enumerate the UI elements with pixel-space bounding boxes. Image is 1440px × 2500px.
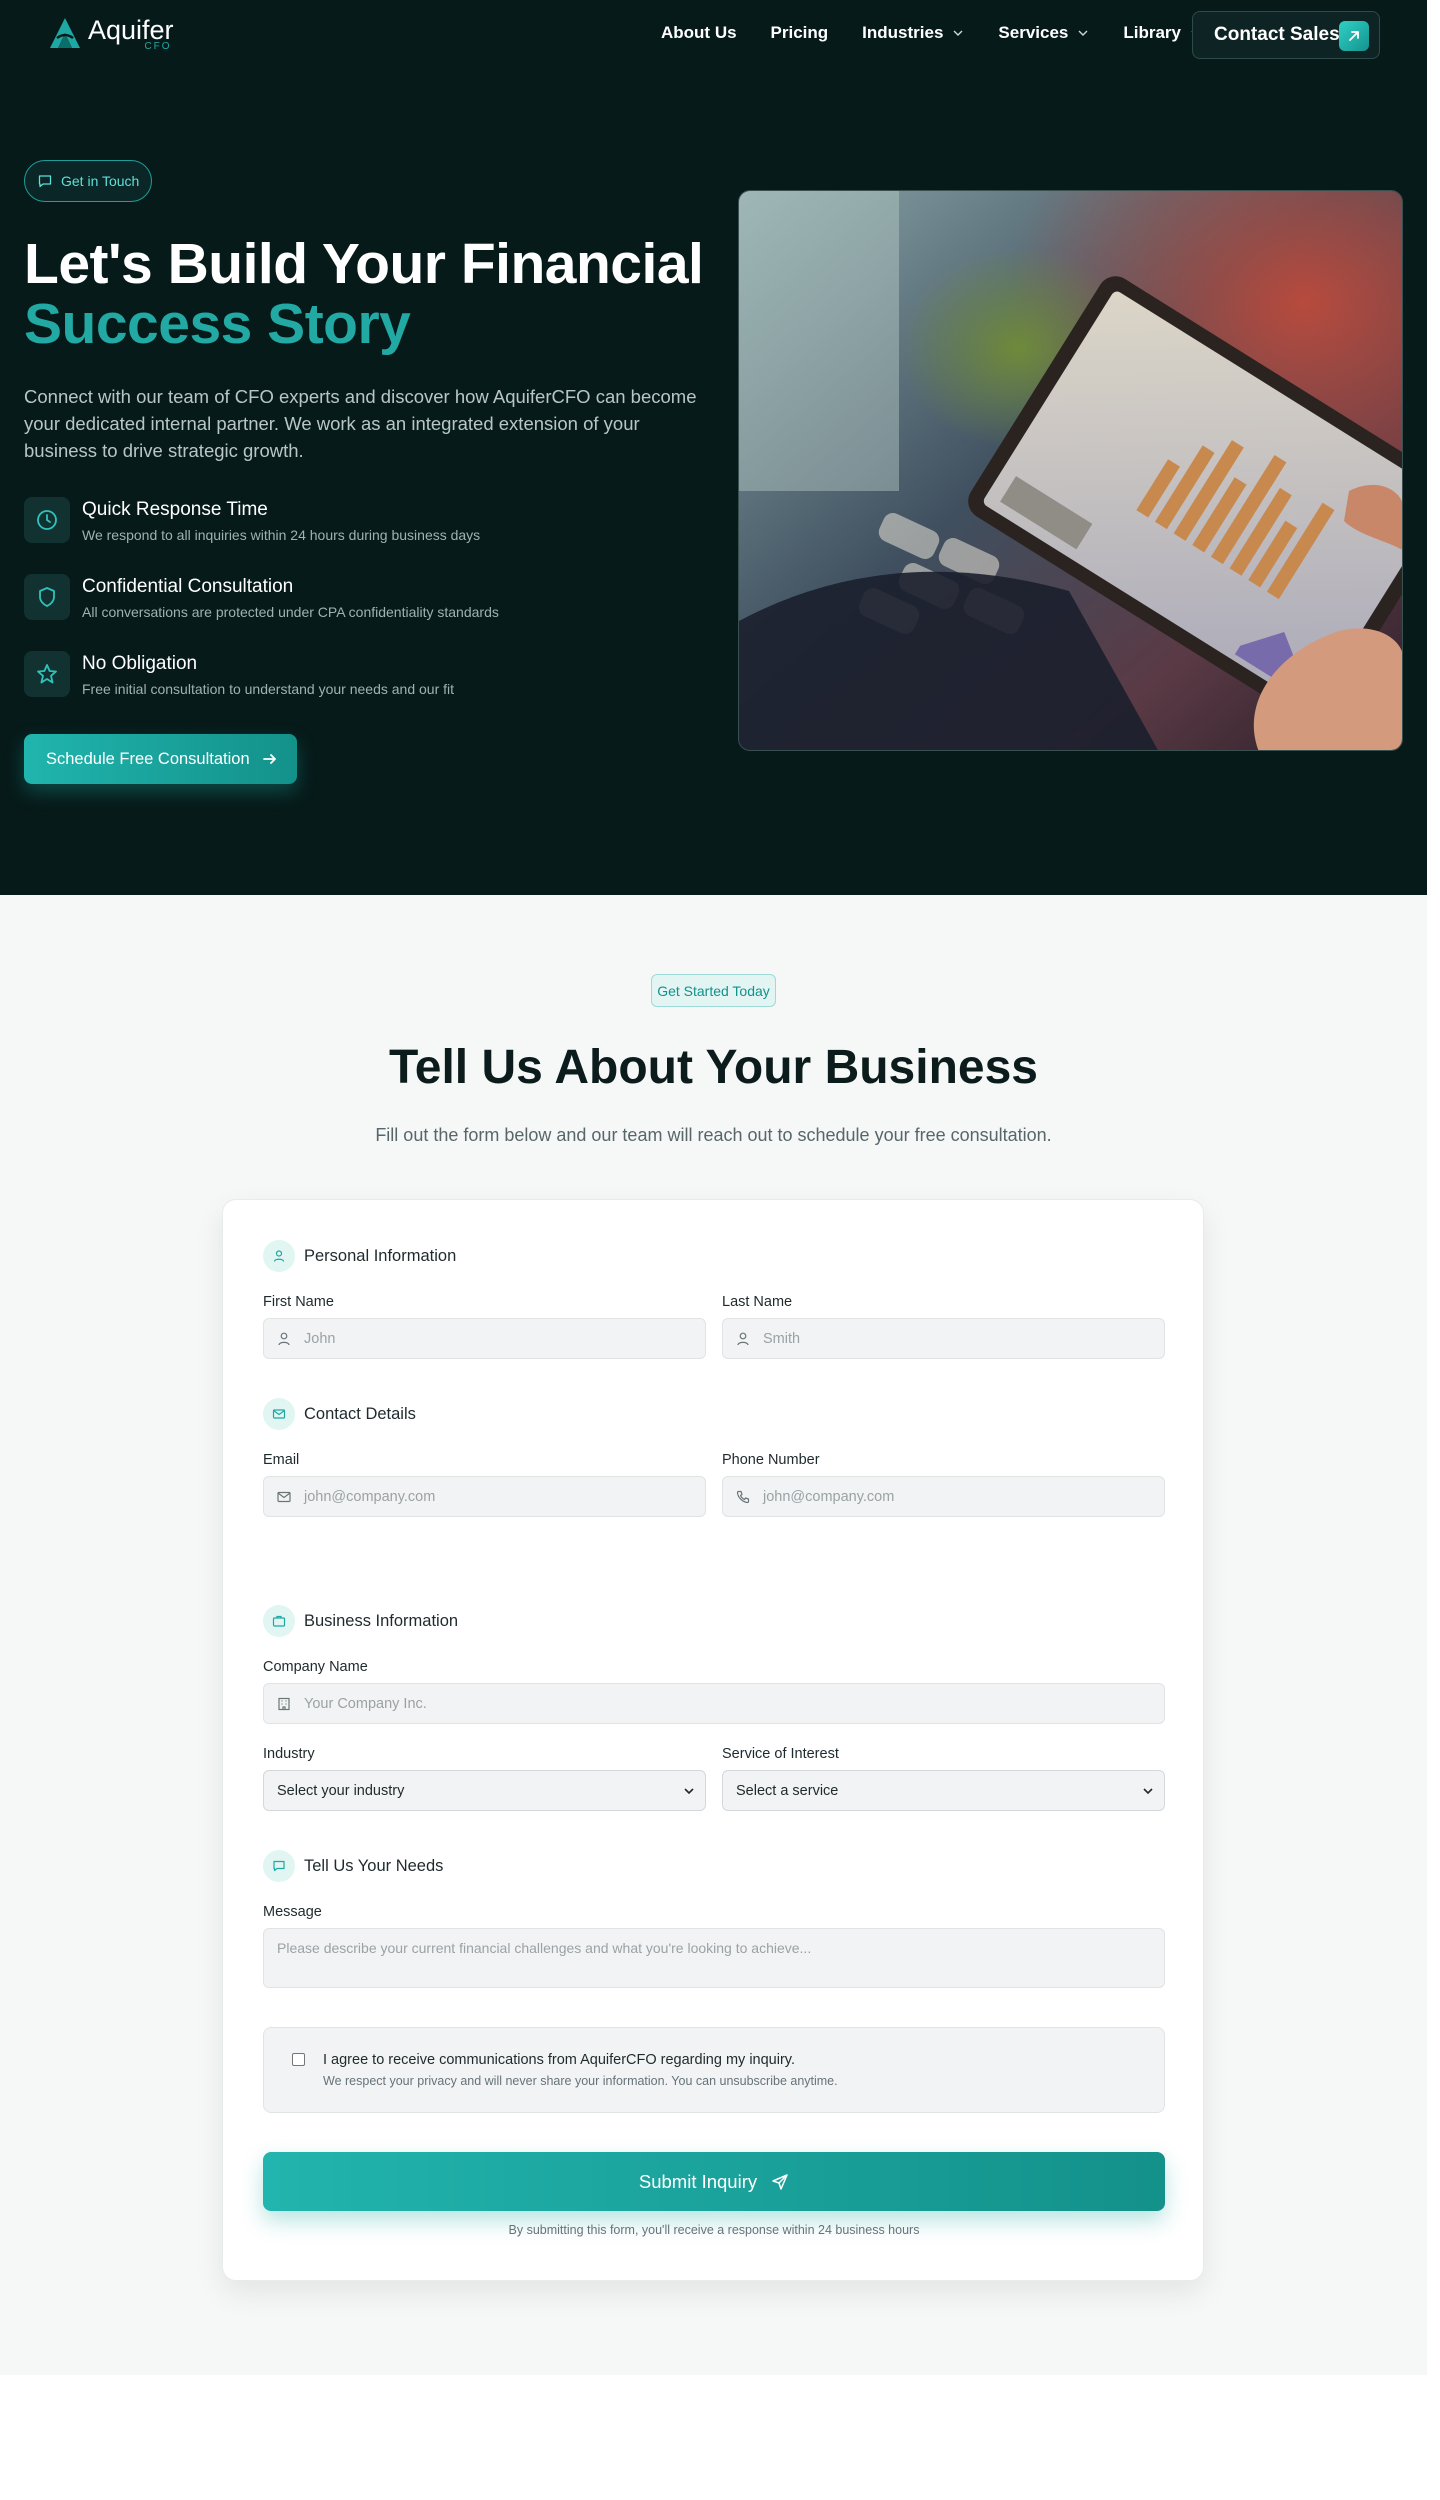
navbar: Aquifer CFO About Us Pricing Industries … [0, 0, 1427, 70]
star-icon [24, 651, 70, 697]
industry-select[interactable]: Select your industry [263, 1770, 706, 1811]
last-name-input[interactable]: Smith [722, 1318, 1165, 1359]
logo[interactable]: Aquifer CFO [46, 16, 174, 52]
first-name-input[interactable]: John [263, 1318, 706, 1359]
chat-icon [38, 175, 52, 188]
user-icon [263, 1240, 295, 1272]
consent-text: I agree to receive communications from A… [323, 2052, 795, 2068]
briefcase-icon [263, 1605, 295, 1637]
message-label: Message [263, 1904, 322, 1920]
hero-photo-tablet-chart [738, 190, 1403, 751]
brand-name: Aquifer [88, 14, 174, 45]
hero-title-accent: Success Story [24, 292, 411, 356]
consent-box: I agree to receive communications from A… [263, 2027, 1165, 2113]
mail-icon [263, 1398, 295, 1430]
hero-description: Connect with our team of CFO experts and… [24, 386, 697, 461]
section-subtitle: Fill out the form below and our team wil… [375, 1125, 1052, 1145]
business-info-heading: Business Information [263, 1605, 458, 1637]
contact-sales-button[interactable]: Contact Sales [1192, 11, 1380, 59]
nav-pricing[interactable]: Pricing [771, 23, 829, 43]
feature-title: Quick Response Time [82, 499, 268, 520]
chevron-down-icon [1143, 1788, 1153, 1795]
contact-details-heading: Contact Details [263, 1398, 416, 1430]
first-name-label: First Name [263, 1294, 334, 1310]
feature-title: Confidential Consultation [82, 576, 294, 597]
feature-title: No Obligation [82, 653, 198, 674]
hero-section: Aquifer CFO About Us Pricing Industries … [0, 0, 1427, 895]
feature-desc: All conversations are protected under CP… [82, 604, 499, 620]
schedule-consultation-button[interactable]: Schedule Free Consultation [24, 734, 297, 784]
service-label: Service of Interest [722, 1746, 839, 1762]
send-icon [772, 2173, 788, 2190]
personal-info-heading: Personal Information [263, 1240, 456, 1272]
consent-checkbox[interactable] [292, 2053, 305, 2066]
feature-desc: We respond to all inquiries within 24 ho… [82, 527, 481, 543]
contact-sales-label: Contact Sales [1214, 24, 1340, 45]
industry-label: Industry [263, 1746, 315, 1762]
nav-services[interactable]: Services [998, 23, 1089, 43]
feature-no-obligation: No Obligation Free initial consultation … [24, 651, 454, 697]
company-name-input[interactable]: Your Company Inc. [263, 1683, 1165, 1724]
phone-icon [736, 1490, 750, 1503]
arrow-up-right-icon [1339, 21, 1369, 51]
consent-subtext: We respect your privacy and will never s… [323, 2074, 838, 2088]
chat-icon [263, 1850, 295, 1882]
chevron-down-icon [1078, 30, 1088, 36]
service-select[interactable]: Select a service [722, 1770, 1165, 1811]
phone-label: Phone Number [722, 1452, 820, 1468]
mail-icon [277, 1491, 291, 1502]
get-started-badge: Get Started Today [651, 974, 776, 1007]
clock-icon [24, 497, 70, 543]
inquiry-form-card [222, 1199, 1204, 2281]
company-name-label: Company Name [263, 1659, 368, 1675]
nav-links: About Us Pricing Industries Services Lib… [661, 23, 1236, 43]
submit-note: By submitting this form, you'll receive … [508, 2223, 920, 2237]
user-icon [737, 1332, 749, 1345]
feature-quick-response: Quick Response Time We respond to all in… [24, 497, 480, 543]
email-label: Email [263, 1452, 300, 1468]
user-icon [278, 1332, 290, 1345]
last-name-label: Last Name [722, 1294, 793, 1310]
hero-title: Let's Build Your Financial Success Story [24, 232, 704, 356]
feature-confidential: Confidential Consultation All conversati… [24, 574, 499, 620]
nav-library[interactable]: Library [1123, 23, 1202, 43]
arrow-right-icon [262, 754, 276, 764]
shield-icon [24, 574, 70, 620]
phone-input[interactable]: john@company.com [722, 1476, 1165, 1517]
email-input[interactable]: john@company.com [263, 1476, 706, 1517]
nav-industries[interactable]: Industries [862, 23, 964, 43]
nav-about-us[interactable]: About Us [661, 23, 737, 43]
message-textarea[interactable]: Please describe your current financial c… [263, 1928, 1165, 1988]
building-icon [278, 1697, 290, 1710]
section-title: Tell Us About Your Business [389, 1041, 1038, 1094]
aquifer-logo-icon [50, 18, 80, 48]
feature-desc: Free initial consultation to understand … [82, 681, 455, 697]
chevron-down-icon [953, 30, 963, 36]
chevron-down-icon [684, 1788, 694, 1795]
needs-heading: Tell Us Your Needs [263, 1850, 443, 1882]
get-in-touch-badge: Get in Touch [24, 160, 153, 202]
submit-inquiry-button[interactable]: Submit Inquiry [263, 2152, 1165, 2211]
